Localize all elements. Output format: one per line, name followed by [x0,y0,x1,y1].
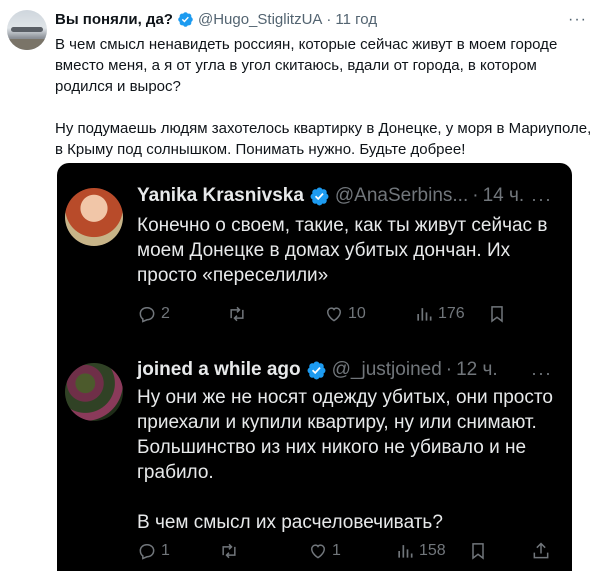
avatar[interactable] [65,188,123,246]
reply-paragraph: В чем смысл их расчеловечивать? [137,512,443,533]
more-options-icon[interactable]: ··· [531,189,552,210]
reply-paragraph: Конечно о своем, такие, как ты живут сей… [137,215,548,286]
tweet-header: Вы поняли, да? @Hugo_StiglitzUA · 11 год [55,9,377,29]
tweet-paragraph: Ну подумаешь людям захотелось квартирку … [55,120,592,158]
share-button[interactable] [531,541,555,561]
timestamp[interactable]: 11 год [335,11,377,28]
embedded-screenshot[interactable]: Yanika Krasnivska @AnaSerbins... · 14 ч.… [57,163,572,571]
views-button[interactable]: 176 [414,304,465,324]
verified-icon [307,361,326,379]
action-bar: 1 1 158 [137,541,549,565]
views-count: 176 [438,305,465,322]
reply-text: Ну они же не носят одежду убитых, они пр… [137,385,557,560]
bookmark-icon [491,306,503,323]
like-button[interactable]: 1 [308,541,341,561]
more-options-icon[interactable]: ··· [531,363,552,384]
views-count: 158 [419,542,446,559]
reply-author-name[interactable]: Yanika Krasnivska [137,185,304,207]
retweet-button[interactable] [219,541,243,561]
views-icon [417,308,432,321]
more-options-icon[interactable]: ··· [568,11,587,29]
ground-shape [7,39,47,50]
airplane-shape [11,27,43,32]
action-bar: 2 10 176 [137,304,537,328]
reply-count: 1 [161,542,170,559]
bookmark-button[interactable] [487,304,511,324]
heart-icon [326,307,342,322]
retweet-icon [230,306,244,322]
views-icon [398,545,413,558]
heart-icon [310,544,326,559]
reply-paragraph: Ну они же не носят одежду убитых, они пр… [137,387,553,483]
separator-dot: · [472,185,479,206]
separator-dot: · [445,359,453,380]
timestamp[interactable]: 14 ч. [483,185,525,207]
like-count: 1 [332,542,341,559]
avatar[interactable] [65,363,123,421]
bookmark-icon [472,543,484,560]
reply-icon [139,307,155,323]
tweet-paragraph: В чем смысл ненавидеть россиян, которые … [55,36,558,95]
like-count: 10 [348,305,366,322]
timestamp[interactable]: 12 ч. [456,359,498,381]
separator-dot: · [326,10,332,28]
bookmark-button[interactable] [468,541,492,561]
views-button[interactable]: 158 [395,541,446,561]
avatar[interactable] [7,10,47,50]
reply-header: Yanika Krasnivska @AnaSerbins... · 14 ч. [137,185,524,207]
retweet-button[interactable] [227,304,251,324]
verified-icon [178,11,193,27]
share-icon [533,542,549,559]
like-button[interactable]: 10 [324,304,366,324]
reply-button[interactable]: 2 [137,304,170,324]
verified-icon [310,187,329,205]
reply-author-handle[interactable]: @AnaSerbins... [335,185,468,207]
reply-header: joined a while ago @_justjoined · 12 ч. [137,359,498,381]
reply-count: 2 [161,305,170,322]
reply-author-name[interactable]: joined a while ago [137,359,301,381]
reply-text: Конечно о своем, такие, как ты живут сей… [137,213,557,313]
reply-icon [139,544,155,560]
reply-button[interactable]: 1 [137,541,170,561]
author-handle[interactable]: @Hugo_StiglitzUA [198,11,322,28]
retweet-icon [222,543,236,559]
author-name[interactable]: Вы поняли, да? [55,11,173,28]
reply-author-handle[interactable]: @_justjoined [332,359,442,381]
tweet-text: В чем смысл ненавидеть россиян, которые … [55,34,595,181]
